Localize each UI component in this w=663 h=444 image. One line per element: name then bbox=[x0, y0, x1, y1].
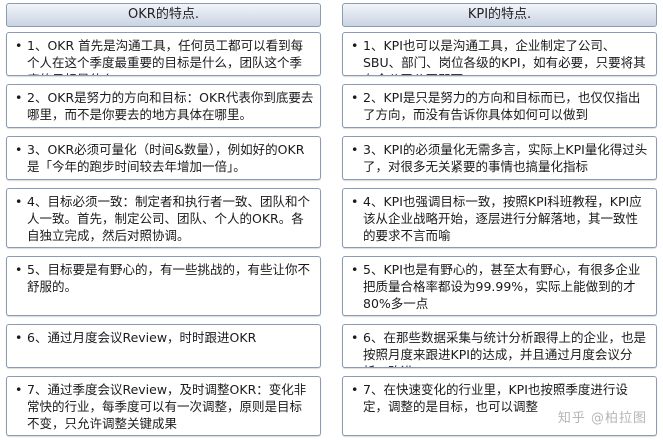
okr-item-text: 1、OKR 首先是沟通工具，任何员工都可以看到每个人在这个季度最重要的目标是什么… bbox=[27, 38, 304, 75]
bullet-icon: • bbox=[351, 330, 359, 345]
bullet-icon: • bbox=[15, 330, 23, 345]
okr-item-7: • 7、通过季度会议Review，及时调整OKR：变化非常快的行业，每季度可以有一… bbox=[6, 376, 321, 436]
kpi-item-text: 4、KPI也强调目标一致，按照KPI科班教程，KPI应该从企业战略开始，逐层进行… bbox=[363, 194, 642, 243]
kpi-item-6: • 6、在那些数据采集与统计分析跟得上的企业，也是按照月度来跟进KPI的达成，并且… bbox=[342, 324, 657, 368]
okr-item-4: • 4、目标必须一致：制定者和执行者一致、团队和个人一致。首先，制定公司、团队、个… bbox=[6, 188, 321, 248]
kpi-item-2: • 2、KPI是只是努力的方向和目标而已，也仅仅指出了方向，而没有告诉你具体如何可… bbox=[342, 84, 657, 128]
okr-column: OKR的特点. • 1、OKR 首先是沟通工具，任何员工都可以看到每个人在这个季度… bbox=[6, 3, 321, 444]
kpi-item-7: • 7、在快速变化的行业里，KPI也按照季度进行设定，调整的是目标，也可以调整 bbox=[342, 376, 657, 436]
okr-item-6: • 6、通过月度会议Review，时时跟进OKR bbox=[6, 324, 321, 368]
bullet-icon: • bbox=[15, 194, 23, 209]
bullet-icon: • bbox=[351, 194, 359, 209]
okr-item-3: • 3、OKR必须可量化（时间&数量），例如好的OKR是「今年的跑步时间较去年增加… bbox=[6, 136, 321, 180]
bullet-icon: • bbox=[351, 142, 359, 157]
bullet-icon: • bbox=[15, 38, 23, 53]
bullet-icon: • bbox=[15, 262, 23, 277]
kpi-item-1: • 1、KPI也可以是沟通工具，企业制定了公司、SBU、部门、岗位各级的KPI，如… bbox=[342, 32, 657, 76]
kpi-item-text: 1、KPI也可以是沟通工具，企业制定了公司、SBU、部门、岗位各级的KPI，如有… bbox=[363, 38, 646, 75]
kpi-item-text: 5、KPI也是有野心的，甚至太有野心，有很多企业把质量合格率都设为99.99%，… bbox=[363, 262, 641, 311]
okr-item-text: 2、OKR是努力的方向和目标：OKR代表你到底要去哪里，而不是你要去的地方具体在… bbox=[27, 90, 314, 122]
bullet-icon: • bbox=[351, 262, 359, 277]
bullet-icon: • bbox=[351, 382, 359, 397]
kpi-item-5: • 5、KPI也是有野心的，甚至太有野心，有很多企业把质量合格率都设为99.99%… bbox=[342, 256, 657, 316]
okr-item-text: 5、目标要是有野心的，有一些挑战的，有些让你不舒服的。 bbox=[27, 262, 310, 294]
kpi-header: KPI的特点. bbox=[342, 3, 657, 27]
kpi-item-3: • 3、KPI的必须量化无需多言，实际上KPI量化得过头了，对很多无关紧要的事情也… bbox=[342, 136, 657, 180]
kpi-item-text: 6、在那些数据采集与统计分析跟得上的企业，也是按照月度来跟进KPI的达成，并且通… bbox=[363, 330, 646, 367]
okr-item-text: 7、通过季度会议Review，及时调整OKR：变化非常快的行业，每季度可以有一次… bbox=[27, 382, 307, 431]
okr-item-text: 6、通过月度会议Review，时时跟进OKR bbox=[27, 330, 257, 345]
okr-item-text: 3、OKR必须可量化（时间&数量），例如好的OKR是「今年的跑步时间较去年增加一… bbox=[27, 142, 305, 174]
kpi-item-text: 3、KPI的必须量化无需多言，实际上KPI量化得过头了，对很多无关紧要的事情也搞… bbox=[363, 142, 648, 174]
kpi-item-4: • 4、KPI也强调目标一致，按照KPI科班教程，KPI应该从企业战略开始，逐层进… bbox=[342, 188, 657, 248]
bullet-icon: • bbox=[351, 90, 359, 105]
bullet-icon: • bbox=[351, 38, 359, 53]
bullet-icon: • bbox=[15, 382, 23, 397]
okr-item-text: 4、目标必须一致：制定者和执行者一致、团队和个人一致。首先，制定公司、团队、个人… bbox=[27, 194, 310, 243]
bullet-icon: • bbox=[15, 142, 23, 157]
okr-item-5: • 5、目标要是有野心的，有一些挑战的，有些让你不舒服的。 bbox=[6, 256, 321, 316]
bullet-icon: • bbox=[15, 90, 23, 105]
okr-item-1: • 1、OKR 首先是沟通工具，任何员工都可以看到每个人在这个季度最重要的目标是什… bbox=[6, 32, 321, 76]
okr-item-2: • 2、OKR是努力的方向和目标：OKR代表你到底要去哪里，而不是你要去的地方具体… bbox=[6, 84, 321, 128]
okr-header: OKR的特点. bbox=[6, 3, 321, 27]
kpi-column: KPI的特点. • 1、KPI也可以是沟通工具，企业制定了公司、SBU、部门、岗位… bbox=[342, 3, 657, 444]
kpi-item-text: 2、KPI是只是努力的方向和目标而已，也仅仅指出了方向，而没有告诉你具体如何可以… bbox=[363, 90, 641, 122]
watermark: 知乎 @柏拉图 bbox=[557, 411, 647, 426]
